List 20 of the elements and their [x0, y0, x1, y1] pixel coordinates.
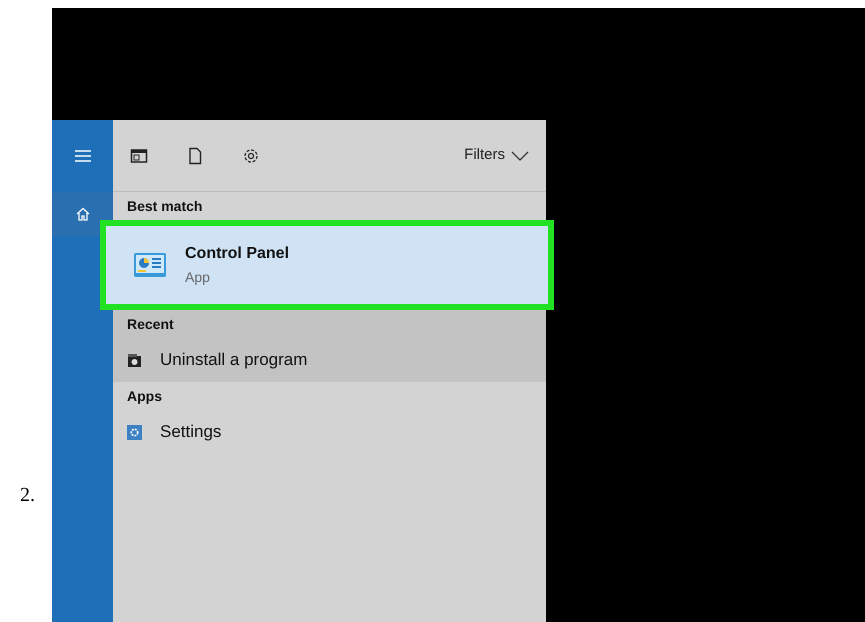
control-panel-icon: [133, 250, 167, 280]
menu-icon[interactable]: [74, 150, 90, 162]
section-heading: Best match: [127, 196, 202, 216]
filters-button[interactable]: Filters: [464, 144, 529, 167]
chevron-down-icon: [511, 150, 529, 160]
search-result[interactable]: Settings: [113, 410, 546, 454]
home-icon[interactable]: [76, 207, 90, 221]
step-number: 2.: [20, 483, 36, 508]
result-title: Settings: [160, 421, 222, 444]
settings-icon[interactable]: [242, 146, 260, 164]
result-type: App: [185, 270, 211, 284]
settings-icon: [127, 424, 142, 440]
section-heading: Apps: [127, 386, 162, 406]
result-title: Uninstall a program: [160, 349, 308, 372]
search-result[interactable]: Uninstall a program: [113, 338, 546, 382]
app-window-icon[interactable]: [130, 146, 148, 164]
program-icon: [127, 352, 142, 368]
search-result[interactable]: Control Panel App: [100, 220, 554, 310]
result-title: Control Panel: [185, 246, 290, 262]
section-heading: Recent: [127, 314, 174, 334]
